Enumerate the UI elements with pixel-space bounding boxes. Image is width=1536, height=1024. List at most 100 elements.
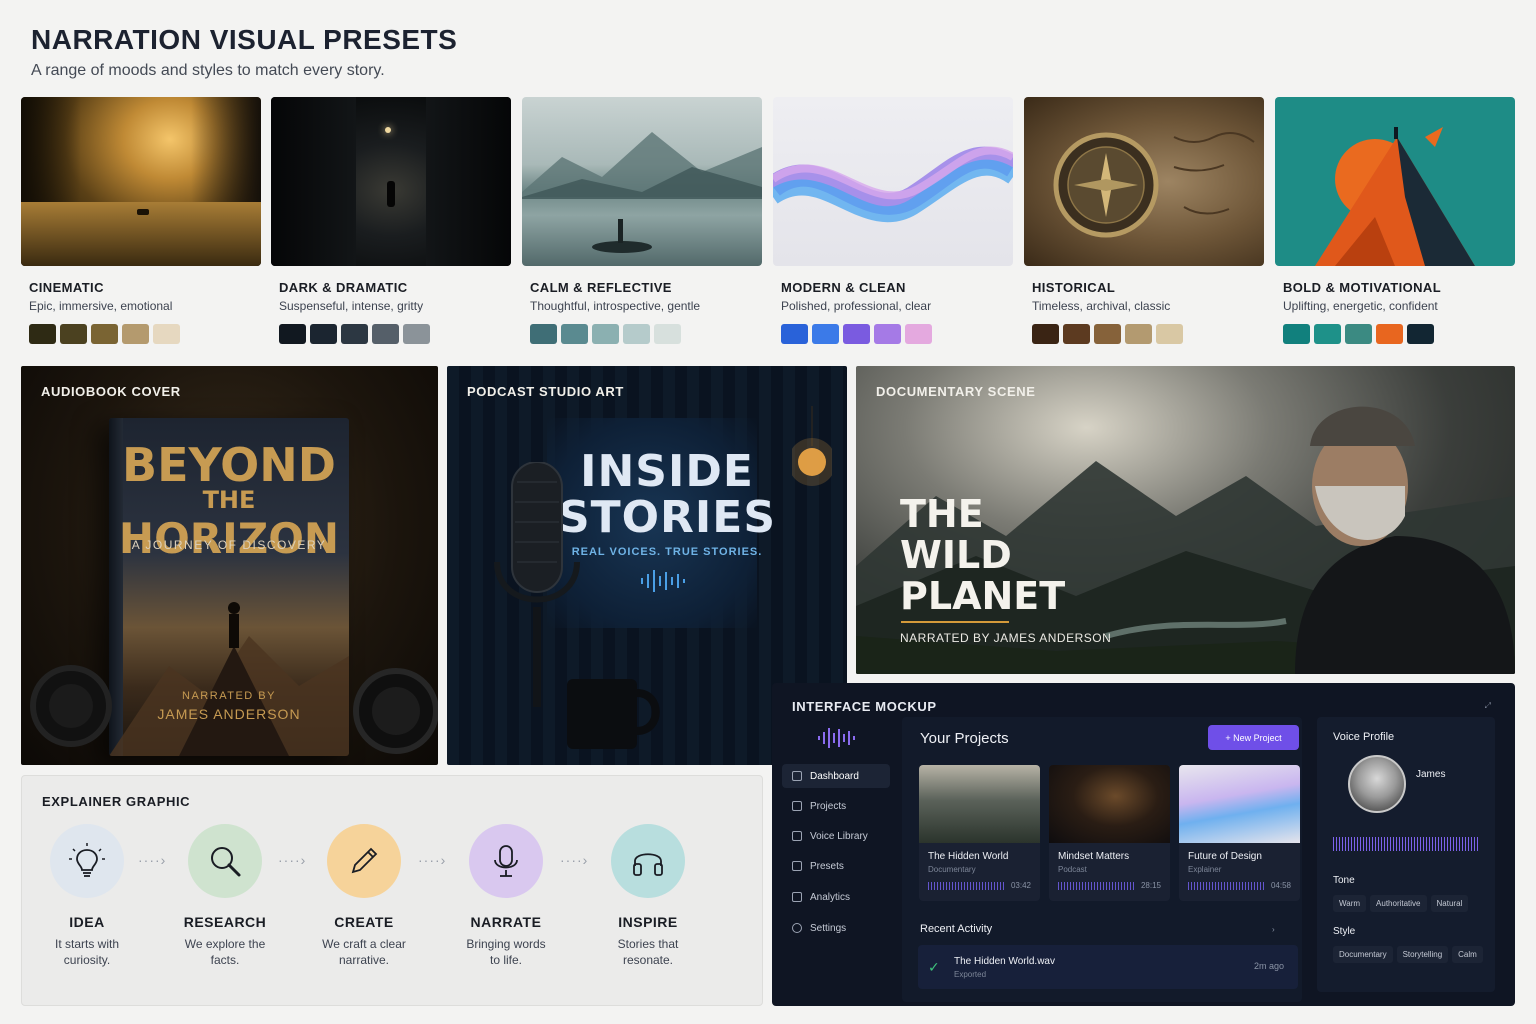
preset-name: CALM & REFLECTIVE (530, 280, 672, 295)
swatch (1032, 324, 1059, 344)
nav-analytics[interactable]: Analytics (782, 885, 890, 909)
nav-dashboard[interactable]: Dashboard (782, 764, 890, 788)
swatch (341, 324, 368, 344)
swatch (623, 324, 650, 344)
preset-calm-reflective[interactable]: CALM & REFLECTIVE Thoughtful, introspect… (522, 97, 762, 347)
preset-historical[interactable]: HISTORICAL Timeless, archival, classic (1024, 97, 1264, 347)
recent-activity-title: Recent Activity (920, 923, 993, 935)
style-chip[interactable]: Storytelling (1396, 946, 1449, 963)
book-cover: BEYOND THE HORIZON A JOURNEY OF DISCOVER… (109, 418, 349, 756)
nav-presets[interactable]: Presets (782, 854, 890, 878)
step-title: NARRATE (470, 914, 542, 930)
project-card[interactable]: Mindset Matters Podcast 28:15 (1049, 765, 1170, 901)
panel-label: INTERFACE MOCKUP (792, 699, 937, 714)
preset-name: DARK & DRAMATIC (279, 280, 408, 295)
interface-mockup-panel[interactable]: INTERFACE MOCKUP ⤢ Dashboard Projects Vo… (772, 683, 1515, 1006)
documentary-title-line3: PLANET (900, 574, 1066, 618)
nav-settings[interactable]: Settings (782, 916, 890, 940)
color-swatches (1283, 324, 1434, 344)
step-circle (188, 824, 262, 898)
preset-icon (792, 861, 802, 871)
page-title: NARRATION VISUAL PRESETS (31, 24, 458, 55)
preset-description: Timeless, archival, classic (1032, 299, 1171, 313)
preset-modern-clean[interactable]: MODERN & CLEAN Polished, professional, c… (773, 97, 1013, 347)
project-thumbnail (1179, 765, 1300, 843)
step-title: IDEA (69, 914, 105, 930)
lightbulb-icon (69, 843, 105, 877)
arrows-icon[interactable]: › (1272, 925, 1275, 934)
project-thumbnail (919, 765, 1040, 843)
swatch (1407, 324, 1434, 344)
avatar (1348, 755, 1406, 813)
swatch (1125, 324, 1152, 344)
nav-projects[interactable]: Projects (782, 794, 890, 818)
step-text: It starts with curiosity. (54, 937, 119, 967)
tone-chip[interactable]: Warm (1333, 895, 1367, 912)
style-chip[interactable]: Documentary (1333, 946, 1393, 963)
swatch (29, 324, 56, 344)
recent-time: 2m ago (1253, 961, 1284, 971)
home-icon (792, 771, 802, 781)
voice-name: James (1416, 769, 1446, 780)
step-inspire[interactable]: INSPIRE Stories that resonate. (582, 824, 714, 968)
tone-chip[interactable]: Authoritative (1370, 895, 1427, 912)
nav-voice-library[interactable]: Voice Library (782, 824, 890, 848)
swatch (561, 324, 588, 344)
swatch (279, 324, 306, 344)
project-type: Documentary (928, 865, 976, 874)
app-logo-waveform-icon (818, 728, 855, 748)
swatch (60, 324, 87, 344)
step-narrate[interactable]: NARRATE Bringing words to life. (440, 824, 572, 968)
pencil-icon (351, 847, 378, 874)
swatch (592, 324, 619, 344)
step-circle (469, 824, 543, 898)
panel-label: AUDIOBOOK COVER (41, 384, 181, 399)
step-text: Bringing words to life. (466, 937, 546, 967)
swatch (1376, 324, 1403, 344)
preset-name: BOLD & MOTIVATIONAL (1283, 280, 1442, 295)
documentary-scene-panel[interactable]: DOCUMENTARY SCENE THE WILD PLANET NARRAT… (856, 366, 1515, 674)
step-circle (50, 824, 124, 898)
style-label: Style (1333, 926, 1356, 937)
recent-activity-row[interactable]: ✓ The Hidden World.wav Exported 2m ago (918, 945, 1298, 989)
project-title: Mindset Matters (1058, 851, 1130, 862)
headphones-icon (633, 853, 663, 876)
dark-dramatic-thumbnail (271, 97, 511, 266)
swatch (372, 324, 399, 344)
preset-bold-motivational[interactable]: BOLD & MOTIVATIONAL Uplifting, energetic… (1275, 97, 1515, 347)
historical-thumbnail (1024, 97, 1264, 266)
panel-label: EXPLAINER GRAPHIC (42, 794, 191, 809)
preset-name: CINEMATIC (29, 280, 104, 295)
color-swatches (781, 324, 932, 344)
swatch (905, 324, 932, 344)
book-title-the: THE (202, 486, 256, 514)
project-card[interactable]: Future of Design Explainer 04:58 (1179, 765, 1300, 901)
project-card[interactable]: The Hidden World Documentary 03:42 (919, 765, 1040, 901)
projects-title: Your Projects (920, 730, 1009, 747)
swatch (874, 324, 901, 344)
step-title: INSPIRE (618, 914, 678, 930)
swatch (1094, 324, 1121, 344)
preset-cinematic[interactable]: CINEMATIC Epic, immersive, emotional (21, 97, 261, 347)
recent-status: Exported (954, 970, 987, 979)
step-research[interactable]: RESEARCH We explore the facts. (159, 824, 291, 968)
swatch (91, 324, 118, 344)
step-idea[interactable]: IDEA It starts with curiosity. (21, 824, 153, 968)
step-text: Stories that resonate. (617, 937, 679, 967)
swatch (153, 324, 180, 344)
microphone-icon (792, 831, 802, 841)
modern-clean-thumbnail (773, 97, 1013, 266)
project-thumbnail (1049, 765, 1170, 843)
step-create[interactable]: CREATE We craft a clear narrative. (298, 824, 430, 968)
style-chip[interactable]: Calm (1452, 946, 1483, 963)
tone-chip[interactable]: Natural (1430, 895, 1469, 912)
expand-icon[interactable]: ⤢ (1485, 701, 1491, 711)
preset-description: Thoughtful, introspective, gentle (530, 299, 701, 313)
audiobook-cover-panel[interactable]: AUDIOBOOK COVER BEYOND THE HORIZON A JOU… (21, 366, 438, 765)
new-project-button[interactable]: + New Project (1208, 725, 1299, 750)
headphones-right-icon (353, 668, 438, 754)
preset-dark-dramatic[interactable]: DARK & DRAMATIC Suspenseful, intense, gr… (271, 97, 511, 347)
magnifier-icon (211, 847, 241, 877)
project-waveform (928, 882, 1006, 890)
step-circle (611, 824, 685, 898)
